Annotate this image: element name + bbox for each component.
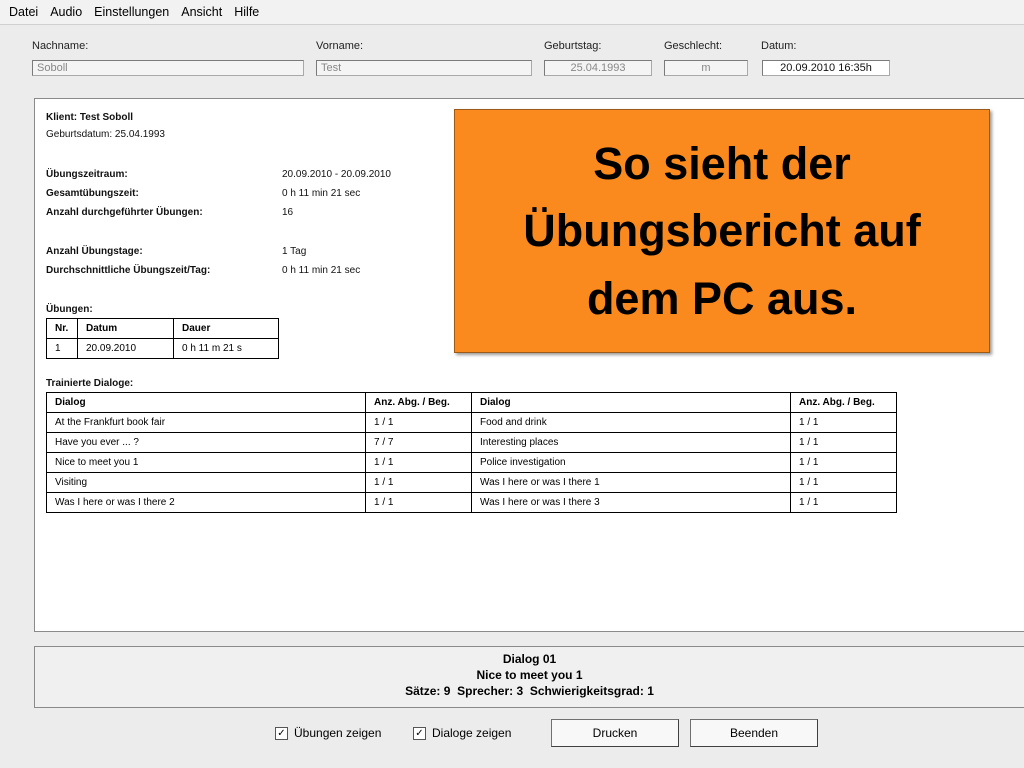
col-header: Nr. <box>46 318 78 339</box>
nachname-label: Nachname: <box>32 40 89 52</box>
table-cell: Was I here or was I there 1 <box>471 472 791 493</box>
uebungen-title: Übungen: <box>46 304 93 315</box>
table-cell: Visiting <box>46 472 366 493</box>
table-cell: 1 / 1 <box>365 492 472 513</box>
dialoge-title: Trainierte Dialoge: <box>46 378 134 389</box>
check-icon[interactable]: ✓ <box>413 726 426 740</box>
klient-name: Klient: Test Soboll <box>46 112 134 123</box>
menu-datei[interactable]: Datei <box>6 5 41 19</box>
sprecher-label: Sprecher: <box>457 684 514 698</box>
table-cell: 1 / 1 <box>790 452 897 473</box>
orange-callout: So sieht der Übungsbericht auf dem PC au… <box>454 109 990 353</box>
dialog-title: Nice to meet you 1 <box>476 668 583 682</box>
table-cell: 1 / 1 <box>365 412 472 433</box>
sprecher-value: 3 <box>516 684 524 698</box>
saetze-value: 9 <box>443 684 451 698</box>
col-header: Anz. Abg. / Beg. <box>365 392 472 413</box>
table-cell: Food and drink <box>471 412 791 433</box>
table-cell: Police investigation <box>471 452 791 473</box>
stat-value: 1 Tag <box>282 246 307 257</box>
table-row: Have you ever ... ? 7 / 7 Interesting pl… <box>46 432 897 453</box>
uebungen-zeigen-checkbox[interactable]: ✓ Übungen zeigen <box>275 726 381 740</box>
beenden-button[interactable]: Beenden <box>690 719 818 747</box>
callout-line: Übungsbericht auf <box>523 205 921 257</box>
col-header: Anz. Abg. / Beg. <box>790 392 897 413</box>
table-cell: 1 / 1 <box>790 432 897 453</box>
table-cell: 1 / 1 <box>790 492 897 513</box>
dialog-number: Dialog 01 <box>502 652 557 666</box>
table-cell: Nice to meet you 1 <box>46 452 366 473</box>
stat-value: 0 h 11 min 21 sec <box>282 265 361 276</box>
stat-value: 0 h 11 min 21 sec <box>282 188 361 199</box>
saetze-label: Sätze: <box>405 684 441 698</box>
table-cell: 1 <box>46 338 78 359</box>
menu-audio[interactable]: Audio <box>47 5 85 19</box>
stat-label: Anzahl durchgeführter Übungen: <box>46 207 203 218</box>
schwierig-label: Schwierigkeitsgrad: <box>529 684 644 698</box>
table-row: Visiting 1 / 1 Was I here or was I there… <box>46 472 897 493</box>
table-cell: At the Frankfurt book fair <box>46 412 366 433</box>
dialoge-zeigen-checkbox[interactable]: ✓ Dialoge zeigen <box>413 726 511 740</box>
schwierig-value: 1 <box>647 684 654 698</box>
geburtstag-label: Geburtstag: <box>544 40 602 52</box>
dialog-status-panel: Dialog 01 Nice to meet you 1 Sätze: 9 Sp… <box>34 646 1024 708</box>
col-header: Dauer <box>173 318 279 339</box>
menu-ansicht[interactable]: Ansicht <box>178 5 225 19</box>
table-row: At the Frankfurt book fair 1 / 1 Food an… <box>46 412 897 433</box>
menu-bar: Datei Audio Einstellungen Ansicht Hilfe <box>0 0 1024 25</box>
menu-einstellungen[interactable]: Einstellungen <box>91 5 172 19</box>
vorname-label: Vorname: <box>316 40 364 52</box>
stat-label: Gesamtübungszeit: <box>46 188 139 199</box>
table-cell: 7 / 7 <box>365 432 472 453</box>
table-cell: 1 / 1 <box>365 472 472 493</box>
geburtstag-field[interactable]: 25.04.1993 <box>544 60 652 76</box>
datum-field[interactable]: 20.09.2010 16:35h <box>762 60 890 76</box>
nachname-field[interactable]: Soboll <box>32 60 304 76</box>
table-row: Nice to meet you 1 1 / 1 Police investig… <box>46 452 897 473</box>
stat-label: Übungszeitraum: <box>46 169 128 180</box>
dialoge-zeigen-label: Dialoge zeigen <box>432 726 512 740</box>
uebungen-zeigen-label: Übungen zeigen <box>294 726 382 740</box>
dialog-stats: Sätze: 9 Sprecher: 3 Schwierigkeitsgrad:… <box>35 683 1024 699</box>
col-header: Dialog <box>46 392 366 413</box>
table-cell: Interesting places <box>471 432 791 453</box>
stat-label: Anzahl Übungstage: <box>46 246 143 257</box>
menu-hilfe[interactable]: Hilfe <box>231 5 262 19</box>
stat-value: 20.09.2010 - 20.09.2010 <box>282 169 391 180</box>
dialoge-table: Dialog Anz. Abg. / Beg. Dialog Anz. Abg.… <box>46 392 897 513</box>
geburtsdatum: Geburtsdatum: 25.04.1993 <box>46 129 165 140</box>
datum-label: Datum: <box>761 40 797 52</box>
table-cell: 0 h 11 m 21 s <box>173 338 279 359</box>
drucken-button[interactable]: Drucken <box>551 719 679 747</box>
stat-value: 16 <box>282 207 294 218</box>
table-cell: Was I here or was I there 2 <box>46 492 366 513</box>
callout-line: dem PC aus. <box>586 272 858 324</box>
table-cell: Was I here or was I there 3 <box>471 492 791 513</box>
table-cell: 1 / 1 <box>790 412 897 433</box>
callout-line: So sieht der <box>593 137 851 189</box>
uebungen-table: Nr. Datum Dauer 1 20.09.2010 0 h 11 m 21… <box>46 318 279 359</box>
table-cell: 1 / 1 <box>365 452 472 473</box>
geschlecht-field[interactable]: m <box>664 60 748 76</box>
table-cell: 1 / 1 <box>790 472 897 493</box>
vorname-field[interactable]: Test <box>316 60 532 76</box>
table-row: 1 20.09.2010 0 h 11 m 21 s <box>46 338 279 359</box>
table-cell: Have you ever ... ? <box>46 432 366 453</box>
table-cell: 20.09.2010 <box>77 338 174 359</box>
table-row: Was I here or was I there 2 1 / 1 Was I … <box>46 492 897 513</box>
stat-label: Durchschnittliche Übungszeit/Tag: <box>46 265 211 276</box>
check-icon[interactable]: ✓ <box>275 726 288 740</box>
col-header: Dialog <box>471 392 791 413</box>
geschlecht-label: Geschlecht: <box>664 40 723 52</box>
col-header: Datum <box>77 318 174 339</box>
